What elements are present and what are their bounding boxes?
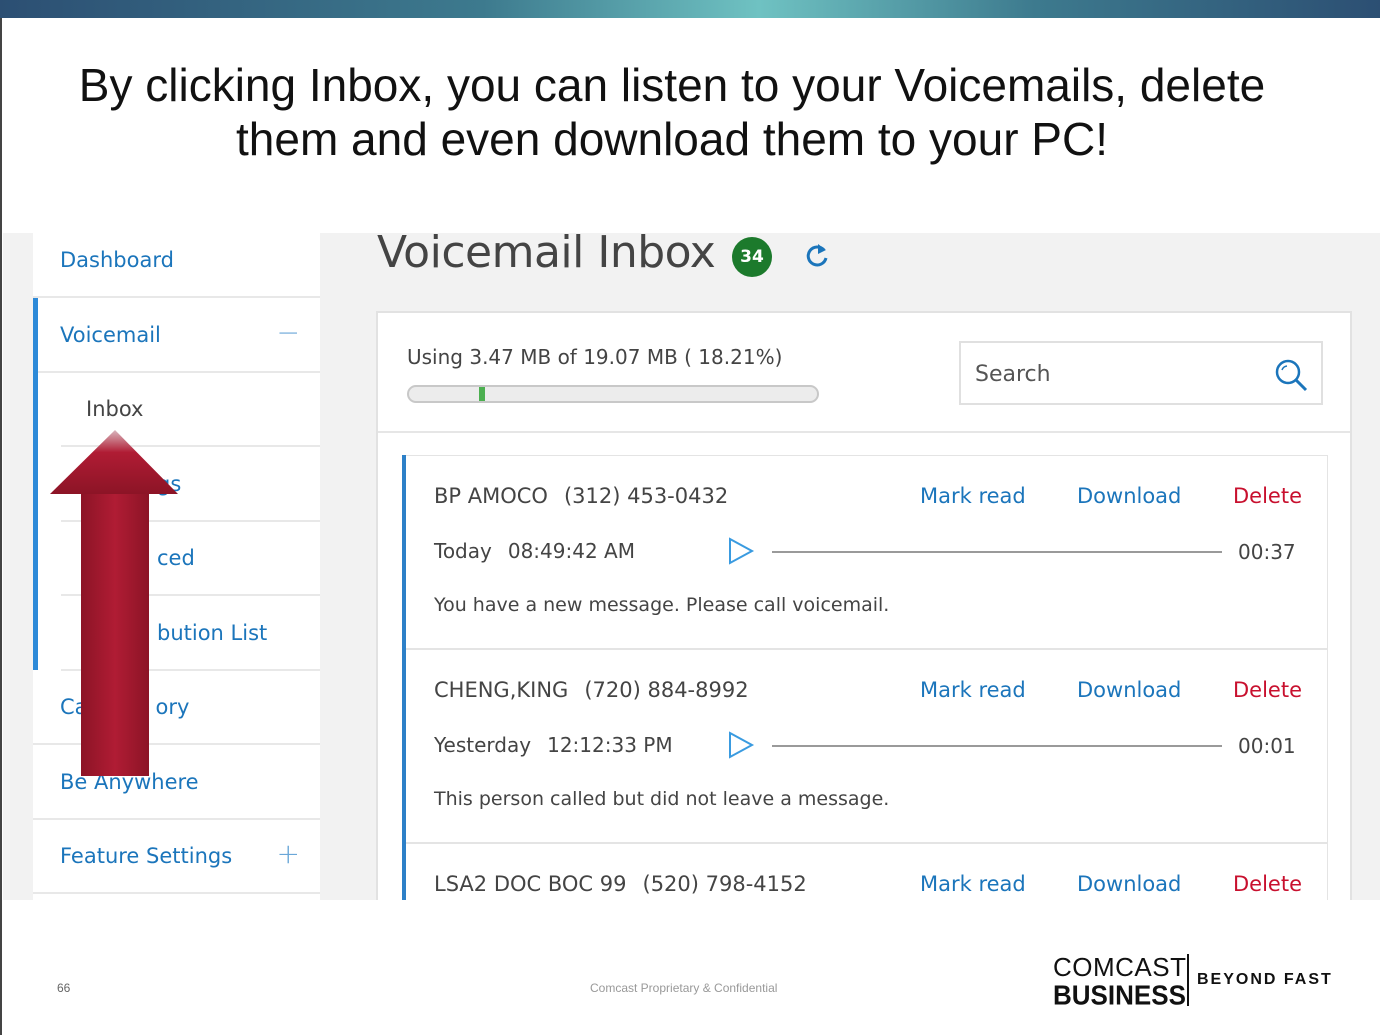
caller-info: BP AMOCO (312) 453-0432 [434,484,728,508]
refresh-icon[interactable] [804,241,832,271]
voicemail-item[interactable]: LSA2 DOC BOC 99 (520) 798-4152 Mark read … [406,843,1328,900]
logo-tagline: BEYOND FAST [1197,971,1333,988]
caller-name: CHENG,KING [434,678,569,702]
panel-divider [378,431,1350,433]
voicemail-transcript: This person called but did not leave a m… [434,788,890,810]
logo-line2: BUSINESS [1053,979,1186,1011]
mark-read-button[interactable]: Mark read [920,872,1026,896]
search-box[interactable] [959,341,1323,405]
comcast-business-logo: COMCAST BUSINESS BEYOND FAST [1053,952,1333,1011]
inbox-panel: Using 3.47 MB of 19.07 MB ( 18.21%) BP A… [376,311,1352,900]
sidebar-item-label: Dashboard [60,248,174,272]
search-input[interactable] [975,357,1265,391]
caller-number: (520) 798-4152 [642,872,807,896]
caller-number: (312) 453-0432 [563,484,729,508]
delete-button[interactable]: Delete [1233,484,1302,508]
sidebar-item-voicemail[interactable]: Voicemail − [33,299,320,373]
mark-read-button[interactable]: Mark read [920,484,1026,508]
mark-read-button[interactable]: Mark read [920,678,1026,702]
sidebar-item-label: Inbox [86,397,144,421]
search-icon[interactable] [1273,357,1309,393]
caller-name: BP AMOCO [434,484,548,508]
caller-name: LSA2 DOC BOC 99 [434,872,627,896]
caller-info: CHENG,KING (720) 884-8992 [434,678,749,702]
sidebar-item-dashboard[interactable]: Dashboard [33,233,320,298]
caller-info: LSA2 DOC BOC 99 (520) 798-4152 [434,872,807,896]
sidebar-item-label: Voicemail [60,323,161,347]
red-arrow-annotation [50,430,178,776]
slide-title: By clicking Inbox, you can listen to you… [78,59,1266,165]
voicemail-item[interactable]: BP AMOCO (312) 453-0432 Mark read Downloa… [406,455,1328,649]
caller-number: (720) 884-8992 [584,678,749,702]
received-clock: 12:12:33 PM [547,733,673,757]
play-icon[interactable] [726,536,756,566]
collapse-icon[interactable]: − [277,297,300,369]
voicemail-list: BP AMOCO (312) 453-0432 Mark read Downloa… [402,455,1328,900]
page-title: Voicemail Inbox [377,233,716,278]
page-number: 66 [57,981,71,995]
duration: 00:37 [1238,540,1296,564]
slide-top-banner [0,0,1380,18]
received-day: Yesterday [434,733,532,757]
playback-track[interactable] [772,745,1222,747]
slide-left-border [0,18,2,1035]
play-icon[interactable] [726,730,756,760]
duration: 00:01 [1238,734,1296,758]
voicemail-screenshot: Dashboard Voicemail − Inbox gs ced butio… [3,233,1380,900]
received-clock: 08:49:42 AM [507,539,635,563]
voicemail-section-indicator [33,298,38,670]
received-time: Yesterday 12:12:33 PM [434,733,673,757]
download-button[interactable]: Download [1077,872,1181,896]
storage-usage-fill [479,387,485,401]
received-day: Today [434,539,492,563]
sidebar-item-feature-settings[interactable]: Feature Settings + [33,820,320,894]
delete-button[interactable]: Delete [1233,872,1302,896]
storage-usage-text: Using 3.47 MB of 19.07 MB ( 18.21%) [407,345,783,369]
voicemail-transcript: You have a new message. Please call voic… [434,594,890,616]
delete-button[interactable]: Delete [1233,678,1302,702]
sidebar-item-label: Feature Settings [60,844,233,868]
unread-count-badge: 34 [732,237,772,277]
playback-track[interactable] [772,551,1222,553]
download-button[interactable]: Download [1077,484,1181,508]
expand-icon[interactable]: + [277,818,300,890]
voicemail-item[interactable]: CHENG,KING (720) 884-8992 Mark read Downl… [406,649,1328,843]
logo-divider [1187,954,1189,1006]
download-button[interactable]: Download [1077,678,1181,702]
confidential-note: Comcast Proprietary & Confidential [590,981,778,995]
received-time: Today 08:49:42 AM [434,539,635,563]
storage-usage-bar [407,385,819,403]
